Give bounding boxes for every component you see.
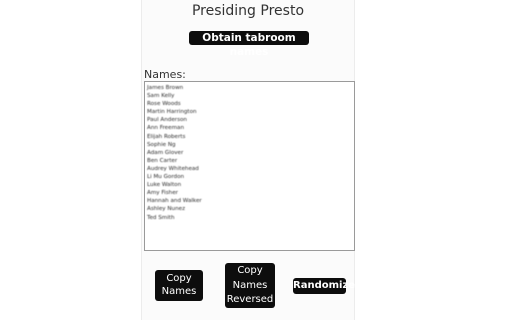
obtain-tabroom-names-button[interactable]: Obtain tabroom names [189, 31, 309, 58]
name-line: Hannah and Walker [147, 198, 202, 205]
copy-reversed-label-line: Reversed [226, 294, 274, 305]
name-line: Sophie Ng [147, 141, 176, 148]
name-line: Ben Carter [147, 157, 178, 164]
name-line: Adam Glover [147, 149, 184, 156]
name-line: Sam Kelly [147, 93, 175, 100]
names-label: Names: [144, 68, 186, 81]
names-textarea[interactable]: James Brown Sam Kelly Rose Woods Martin … [144, 81, 355, 251]
randomize-button[interactable]: Randomize [293, 278, 355, 294]
copy-names-reversed-button[interactable]: Copy Names Reversed [225, 263, 275, 308]
name-line: Ted Smith [147, 214, 175, 221]
name-line: Amy Fisher [147, 190, 178, 197]
copy-names-button[interactable]: Copy Names [155, 270, 203, 301]
name-line: Ann Freeman [147, 125, 184, 132]
name-line: Audrey Whitehead [147, 165, 199, 172]
app-title: Presiding Presto [191, 3, 305, 19]
name-line: Li Mu Gordon [147, 174, 185, 181]
copy-reversed-label-line: Copy [237, 265, 263, 276]
name-line: Ashley Nunez [147, 206, 186, 213]
copy-reversed-label-line: Names [232, 279, 268, 291]
app-panel: Presiding Presto Obtain tabroom names Na… [141, 0, 355, 320]
name-line: Paul Anderson [147, 117, 187, 124]
name-line: Martin Harrington [147, 109, 197, 116]
copy-names-label-line: Copy [166, 273, 192, 284]
name-line: James Brown [147, 85, 184, 91]
name-line: Luke Walton [147, 182, 182, 189]
copy-names-label-line: Names [161, 286, 197, 297]
name-line: Elijah Roberts [147, 133, 186, 140]
name-line: Rose Woods [147, 101, 181, 108]
